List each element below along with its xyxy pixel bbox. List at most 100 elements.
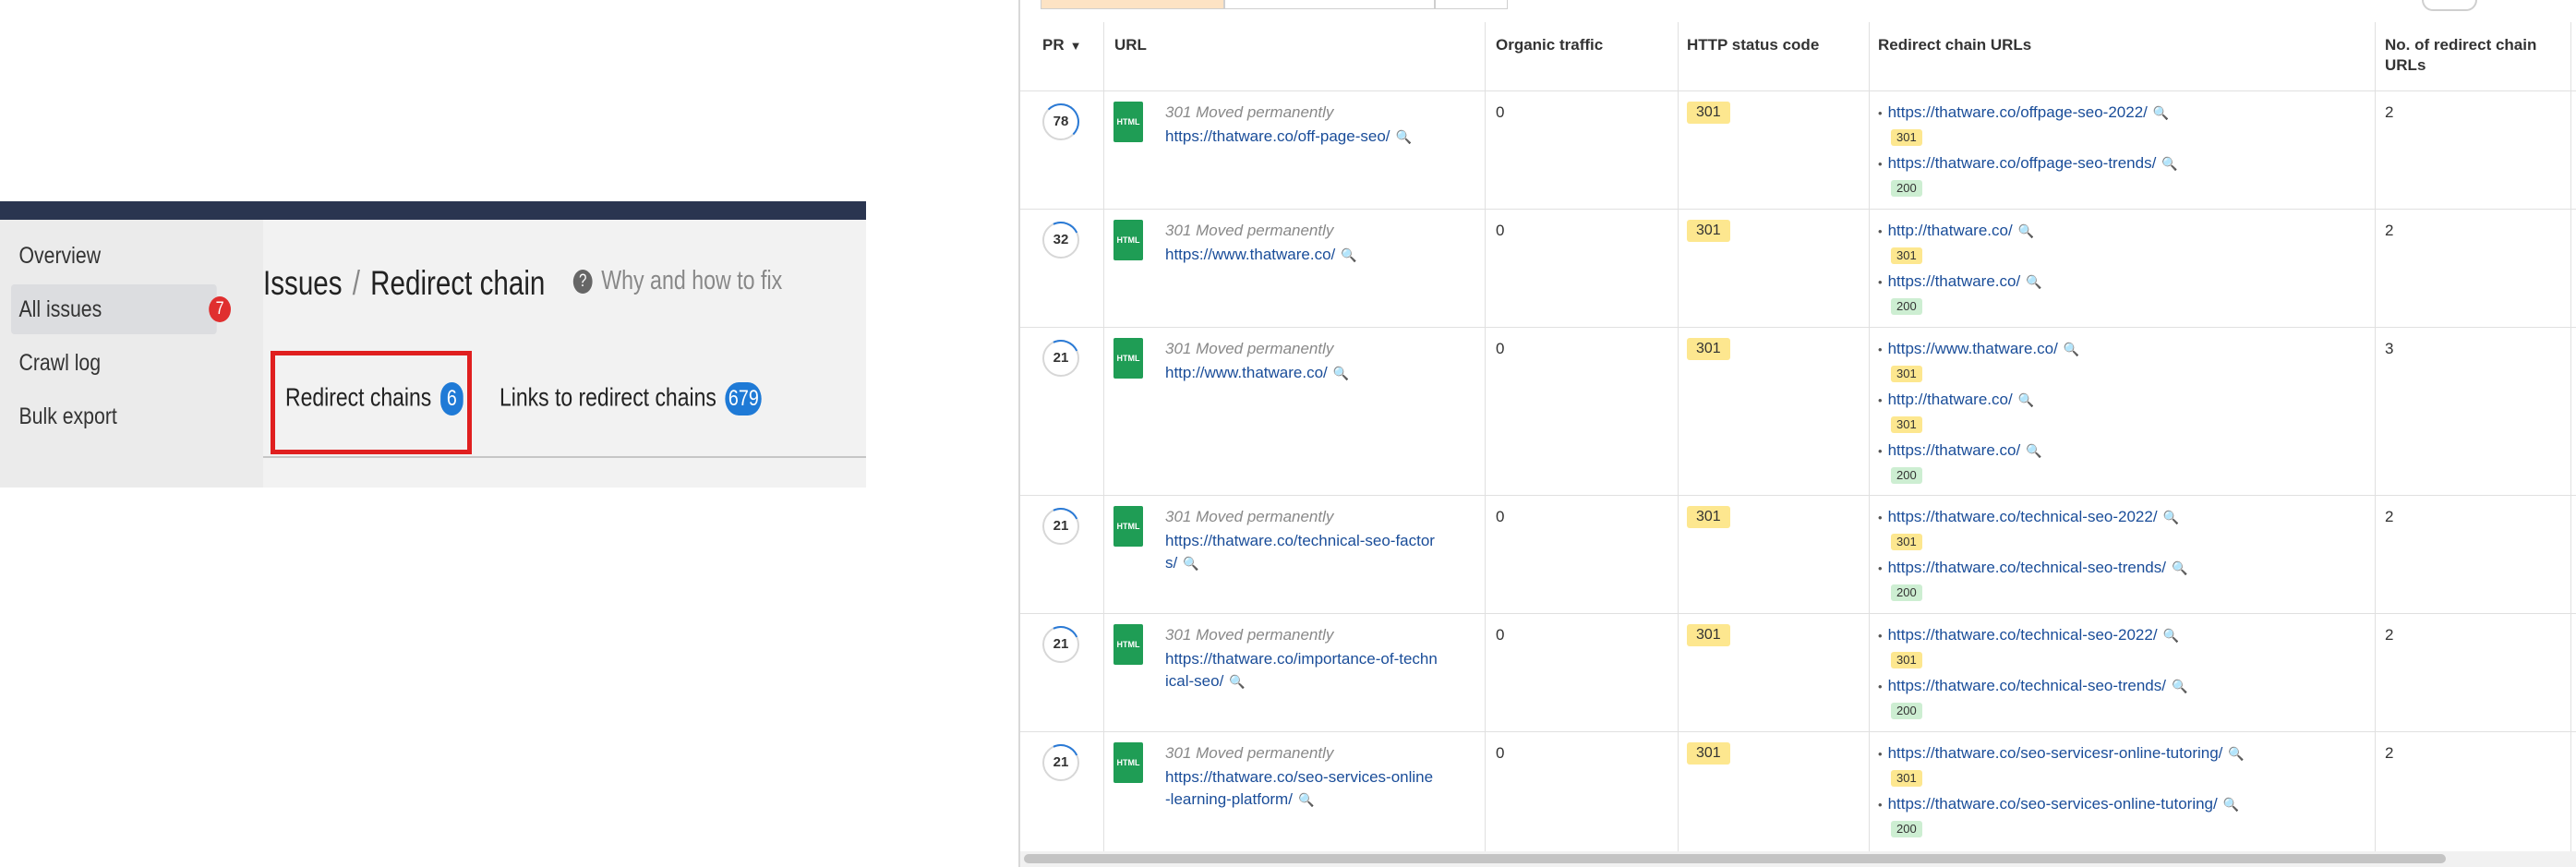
status-code-badge: 301 (1687, 102, 1730, 124)
chain-url-link[interactable]: • https://thatware.co/offpage-seo-trends/… (1878, 154, 2178, 173)
pr-score-ring: 32 (1037, 216, 1085, 264)
url-link[interactable]: http://www.thatware.co/ 🔍 (1165, 362, 1349, 384)
organic-traffic-value: 0 (1496, 103, 1505, 121)
magnifier-icon[interactable]: 🔍 (2018, 223, 2034, 238)
magnifier-icon[interactable]: 🔍 (1341, 247, 1356, 262)
row-divider (1020, 209, 2576, 210)
url-link[interactable]: https://www.thatware.co/ 🔍 (1165, 244, 1357, 266)
chain-url-link[interactable]: • https://thatware.co/offpage-seo-2022/ 🔍 (1878, 103, 2169, 122)
url-link[interactable]: https://thatware.co/off-page-seo/ 🔍 (1165, 126, 1412, 148)
chain-url-link[interactable]: • https://thatware.co/seo-services-online… (1878, 795, 2239, 813)
chain-url-link[interactable]: • http://thatware.co/ 🔍 (1878, 391, 2034, 409)
url-text: https://thatware.co/importance-of-techn (1165, 650, 1438, 668)
chain-url-text: https://thatware.co/offpage-seo-trends/ (1887, 154, 2157, 172)
status-code-badge: 301 (1687, 506, 1730, 528)
magnifier-icon[interactable]: 🔍 (1396, 129, 1412, 144)
sidebar-item-crawl-log[interactable]: Crawl log (11, 338, 208, 388)
toggle-switch[interactable] (2422, 0, 2477, 11)
magnifier-icon[interactable]: 🔍 (2163, 510, 2179, 524)
pr-arc (1037, 334, 1085, 382)
chain-code-badge: 200 (1891, 298, 1922, 315)
redirect-status-text: 301 Moved permanently (1165, 508, 1334, 525)
tab-underline (263, 456, 866, 458)
magnifier-icon[interactable]: 🔍 (2026, 443, 2041, 458)
bullet: • (1878, 106, 1883, 120)
url-link[interactable]: https://thatware.co/seo-services-online -… (1165, 766, 1475, 811)
chain-code-badge: 301 (1891, 129, 1922, 146)
why-how-to-fix-link[interactable]: Why and how to fix (601, 266, 782, 295)
bullet: • (1878, 275, 1883, 289)
chain-url-link[interactable]: • https://thatware.co/ 🔍 (1878, 272, 2042, 291)
column-header-url[interactable]: URL (1114, 35, 1147, 55)
column-header-http-status[interactable]: HTTP status code (1687, 35, 1819, 55)
redirect-status-text: 301 Moved permanently (1165, 340, 1334, 357)
left-screenshot-panel: Overview All issues 7 Crawl log Bulk exp… (0, 201, 866, 488)
redirect-chain-table-panel: PR ▼ URL Organic traffic HTTP status code… (1018, 0, 2576, 867)
column-header-redirect-chain-urls[interactable]: Redirect chain URLs (1878, 35, 2031, 55)
chain-url-link[interactable]: • https://thatware.co/seo-servicesr-onlin… (1878, 744, 2245, 763)
magnifier-icon[interactable]: 🔍 (2172, 560, 2187, 575)
row-divider (1020, 613, 2576, 614)
sidebar-item-bulk-export[interactable]: Bulk export (11, 391, 208, 441)
magnifier-icon[interactable]: 🔍 (2228, 746, 2244, 761)
view-tab-stub[interactable] (1223, 0, 1436, 9)
sidebar-item-all-issues[interactable]: All issues 7 (11, 284, 231, 334)
magnifier-icon[interactable]: 🔍 (2153, 105, 2169, 120)
help-link-group[interactable]: ? Why and how to fix (554, 266, 782, 296)
magnifier-icon[interactable]: 🔍 (1333, 366, 1349, 380)
column-header-redirect-count[interactable]: No. of redirect chain URLs (2385, 35, 2560, 76)
redirect-count-value: 2 (2385, 508, 2394, 525)
sidebar-item-label: Overview (18, 243, 102, 269)
magnifier-icon[interactable]: 🔍 (2223, 797, 2239, 812)
column-divider (2570, 22, 2571, 853)
column-divider (1103, 22, 1104, 853)
view-tab-stub[interactable] (1434, 0, 1508, 9)
tab-links-to-redirect-chains[interactable]: Links to redirect chains 679 (500, 382, 763, 415)
column-header-organic-traffic[interactable]: Organic traffic (1496, 35, 1603, 55)
magnifier-icon[interactable]: 🔍 (1229, 674, 1245, 689)
chain-url-link[interactable]: • https://www.thatware.co/ 🔍 (1878, 340, 2079, 358)
sidebar-item-overview[interactable]: Overview (11, 231, 208, 281)
url-text: -learning-platform/ (1165, 790, 1293, 808)
chain-url-link[interactable]: • https://thatware.co/technical-seo-trend… (1878, 677, 2187, 695)
organic-traffic-value: 0 (1496, 626, 1505, 644)
magnifier-icon[interactable]: 🔍 (2026, 274, 2041, 289)
pr-score-ring: 21 (1037, 739, 1085, 787)
left-body: Overview All issues 7 Crawl log Bulk exp… (0, 220, 866, 488)
magnifier-icon[interactable]: 🔍 (2064, 342, 2079, 356)
pr-score-ring: 21 (1037, 334, 1085, 382)
bullet: • (1878, 747, 1883, 761)
sidebar-item-label: All issues (18, 296, 102, 322)
panel-border (1018, 0, 1020, 867)
scrollbar-thumb[interactable] (1024, 854, 2446, 863)
chain-url-text: https://thatware.co/seo-servicesr-online… (1887, 744, 2223, 762)
magnifier-icon[interactable]: 🔍 (1183, 556, 1198, 571)
breadcrumb-issues-link[interactable]: Issues (263, 264, 343, 302)
pr-arc (1037, 216, 1085, 264)
pr-score-ring: 21 (1037, 502, 1085, 550)
breadcrumb: Issues / Redirect chain (263, 264, 545, 303)
organic-traffic-value: 0 (1496, 744, 1505, 762)
chain-url-link[interactable]: • https://thatware.co/technical-seo-trend… (1878, 559, 2187, 577)
magnifier-icon[interactable]: 🔍 (1298, 792, 1314, 807)
tab-redirect-chains[interactable]: Redirect chains 6 (285, 382, 463, 415)
bullet: • (1878, 343, 1883, 356)
chain-url-link[interactable]: • https://thatware.co/technical-seo-2022/… (1878, 626, 2179, 644)
chain-code-badge: 200 (1891, 584, 1922, 601)
status-code-badge: 301 (1687, 220, 1730, 242)
redirect-status-text: 301 Moved permanently (1165, 103, 1334, 121)
url-link[interactable]: https://thatware.co/importance-of-techn i… (1165, 648, 1475, 692)
chain-url-text: https://thatware.co/seo-services-online-… (1887, 795, 2218, 813)
chain-url-link[interactable]: • http://thatware.co/ 🔍 (1878, 222, 2034, 240)
magnifier-icon[interactable]: 🔍 (2161, 156, 2177, 171)
url-link[interactable]: https://thatware.co/technical-seo-factor… (1165, 530, 1475, 574)
magnifier-icon[interactable]: 🔍 (2163, 628, 2179, 643)
chain-url-link[interactable]: • https://thatware.co/technical-seo-2022/… (1878, 508, 2179, 526)
bullet: • (1878, 798, 1883, 812)
column-header-pr[interactable]: PR ▼ (1042, 35, 1082, 56)
view-tab-stub[interactable] (1041, 0, 1225, 9)
chain-url-text: https://thatware.co/technical-seo-2022/ (1887, 508, 2158, 525)
chain-url-link[interactable]: • https://thatware.co/ 🔍 (1878, 441, 2042, 460)
magnifier-icon[interactable]: 🔍 (2172, 679, 2187, 693)
magnifier-icon[interactable]: 🔍 (2018, 392, 2034, 407)
